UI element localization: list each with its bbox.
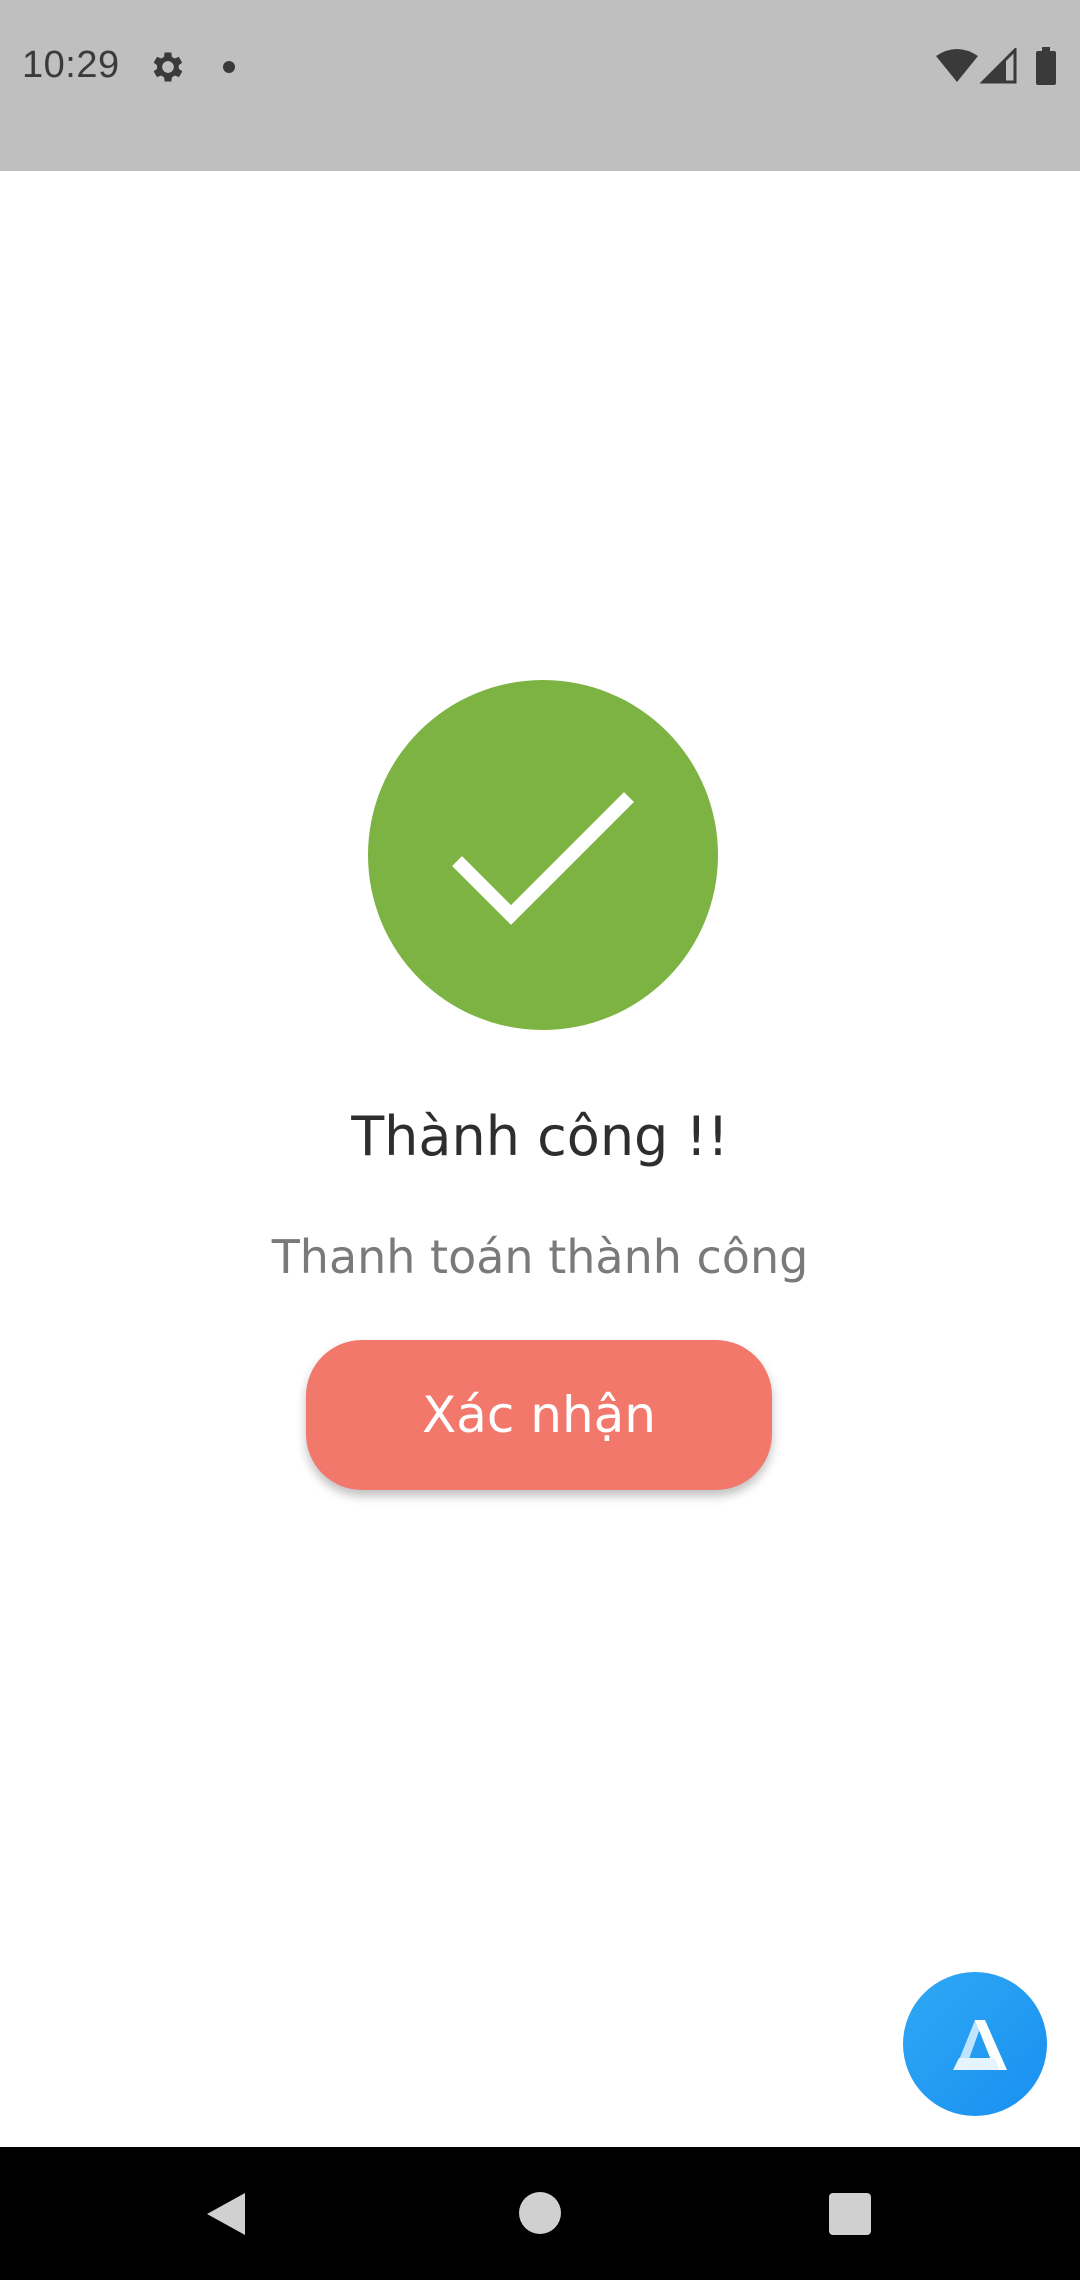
confirm-button-label: Xác nhận xyxy=(422,1386,656,1444)
success-message: Thanh toán thành công xyxy=(271,1230,809,1284)
status-time: 10:29 xyxy=(22,44,120,86)
battery-icon xyxy=(1036,47,1056,85)
confirm-button[interactable]: Xác nhận xyxy=(306,1340,772,1490)
navigation-bar xyxy=(0,2147,1080,2280)
gear-icon xyxy=(153,52,183,82)
app-logo-icon xyxy=(953,2020,1007,2070)
back-icon[interactable] xyxy=(205,2191,247,2237)
success-check-icon xyxy=(368,680,718,1030)
floating-app-button[interactable] xyxy=(903,1972,1047,2116)
cellular-signal-icon xyxy=(980,48,1017,84)
recents-icon[interactable] xyxy=(829,2193,871,2235)
notification-dot-icon xyxy=(223,61,235,73)
home-icon[interactable] xyxy=(519,2192,561,2234)
success-title: Thành công !! xyxy=(351,1105,729,1168)
checkmark-icon xyxy=(452,792,634,925)
status-bar: 10:29 xyxy=(0,0,1080,171)
wifi-icon xyxy=(936,49,978,82)
screen: 10:29 Thành công !! Thanh toán thành côn… xyxy=(0,0,1080,2280)
